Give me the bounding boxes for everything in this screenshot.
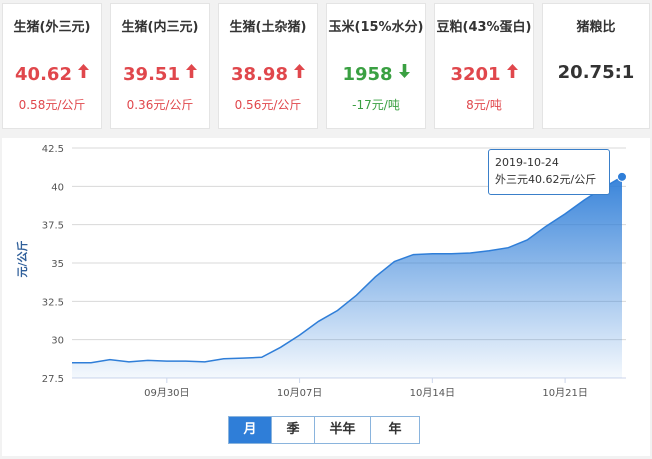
card-price: 39.51 xyxy=(111,64,209,85)
card-price-value: 38.98 xyxy=(231,64,288,85)
card-title: 生猪(土杂猪) xyxy=(229,20,307,35)
price-card[interactable]: 生猪(土杂猪) 38.98 0.56元/公斤 xyxy=(218,3,318,129)
card-change: 8元/吨 xyxy=(466,98,502,112)
price-card[interactable]: 生猪(内三元) 39.51 0.36元/公斤 xyxy=(110,3,210,129)
card-price-value: 1958 xyxy=(342,64,393,85)
y-tick-label: 27.5 xyxy=(42,374,64,385)
card-change: 0.56元/公斤 xyxy=(234,98,302,112)
card-change: -17元/吨 xyxy=(352,98,400,112)
card-price: 1958 xyxy=(327,64,425,85)
price-card[interactable]: 玉米(15%水分) 1958 -17元/吨 xyxy=(326,3,426,129)
data-point xyxy=(617,171,627,182)
card-title: 生猪(内三元) xyxy=(121,20,199,35)
card-price: 38.98 xyxy=(219,64,317,85)
arrow-up-icon xyxy=(185,64,197,82)
x-tick-label: 10月14日 xyxy=(410,387,455,399)
y-tick-label: 37.5 xyxy=(42,221,64,232)
y-tick-label: 42.5 xyxy=(42,144,64,155)
tooltip-value: 外三元40.62元/公斤 xyxy=(495,173,597,186)
series-area xyxy=(72,176,622,378)
x-tick-label: 10月07日 xyxy=(277,387,322,399)
card-price-value: 40.62 xyxy=(15,64,72,85)
card-title: 生猪(外三元) xyxy=(13,20,91,35)
tab-period[interactable]: 月 xyxy=(229,417,272,443)
arrow-up-icon xyxy=(77,64,89,82)
y-tick-label: 40 xyxy=(51,182,64,193)
x-tick-label: 09月30日 xyxy=(144,387,189,399)
card-price-value: 3201 xyxy=(450,64,501,85)
y-axis-label: 元/公斤 xyxy=(15,240,29,277)
chart-tooltip: 2019-10-24 外三元40.62元/公斤 xyxy=(488,149,610,195)
price-card[interactable]: 豆粕(43%蛋白) 3201 8元/吨 xyxy=(434,3,534,129)
card-title: 玉米(15%水分) xyxy=(328,20,424,35)
card-title: 猪粮比 xyxy=(576,20,616,35)
arrow-up-icon xyxy=(293,64,305,82)
tab-period[interactable]: 季 xyxy=(272,417,315,443)
period-tabs: 月季半年年 xyxy=(228,416,420,444)
card-price-value: 20.75:1 xyxy=(557,62,635,83)
arrow-up-icon xyxy=(506,64,518,82)
tab-period[interactable]: 半年 xyxy=(315,417,371,443)
card-title: 豆粕(43%蛋白) xyxy=(436,20,532,35)
card-change: 0.58元/公斤 xyxy=(18,98,86,112)
x-tick-label: 10月21日 xyxy=(542,387,587,399)
y-tick-label: 30 xyxy=(51,336,64,347)
price-card[interactable]: 猪粮比 20.75:1 xyxy=(542,3,650,129)
arrow-down-icon xyxy=(398,64,410,82)
price-cards: 生猪(外三元) 40.62 0.58元/公斤 生猪(内三元) 39.51 0.36元/公斤… xyxy=(0,0,652,134)
price-card[interactable]: 生猪(外三元) 40.62 0.58元/公斤 xyxy=(2,3,102,129)
card-price: 3201 xyxy=(435,64,533,85)
card-price-value: 39.51 xyxy=(123,64,180,85)
tooltip-date: 2019-10-24 xyxy=(495,156,559,169)
card-price: 20.75:1 xyxy=(543,62,649,83)
y-tick-label: 32.5 xyxy=(42,297,64,308)
tab-period[interactable]: 年 xyxy=(371,417,419,443)
card-change: 0.36元/公斤 xyxy=(126,98,194,112)
card-price: 40.62 xyxy=(3,64,101,85)
y-tick-label: 35 xyxy=(51,259,64,270)
